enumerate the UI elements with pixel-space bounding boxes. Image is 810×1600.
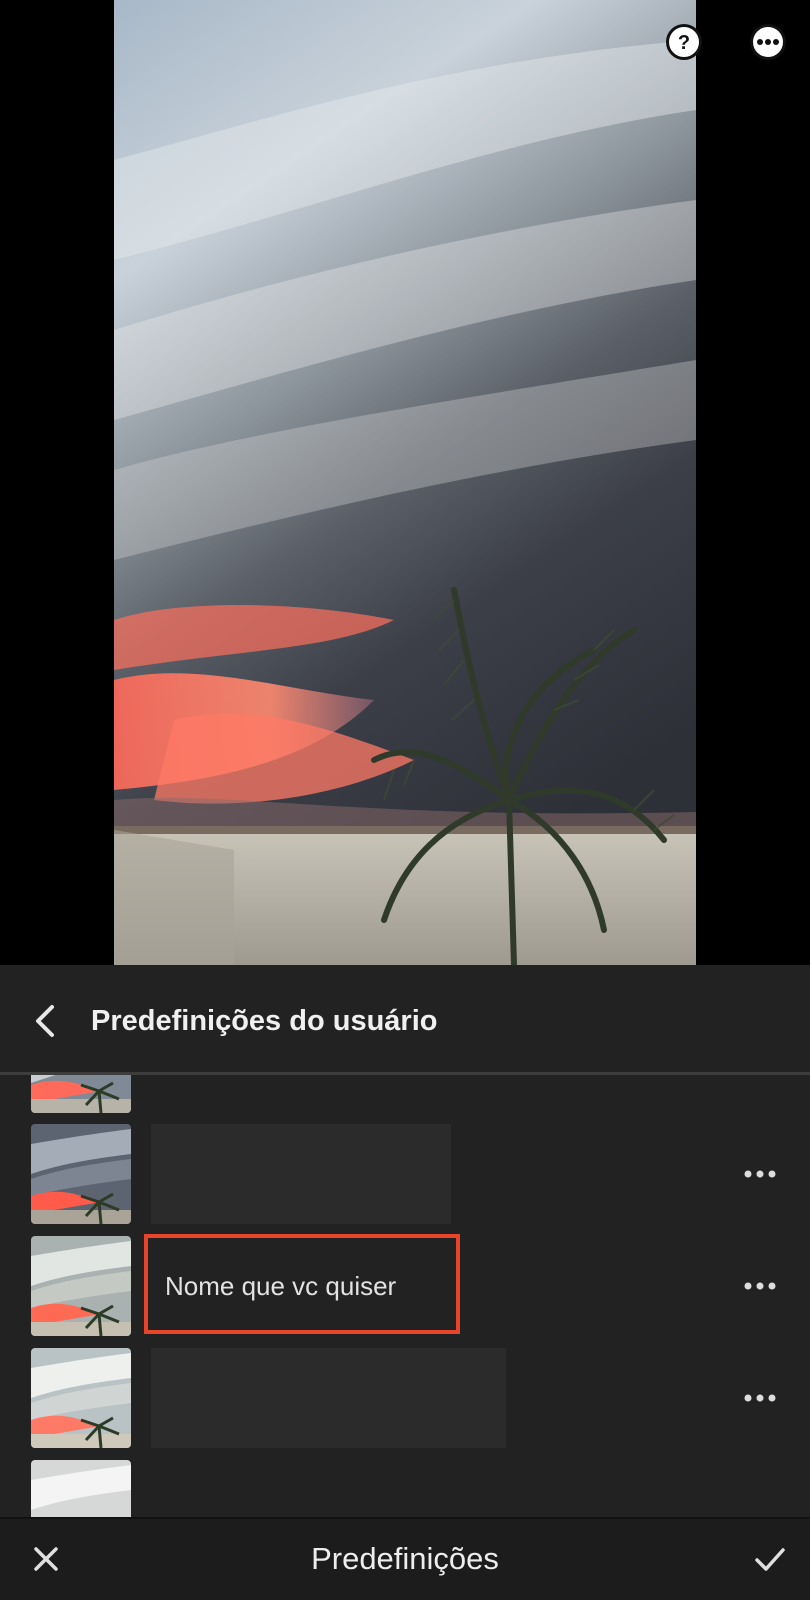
preset-row[interactable]: Nana	[0, 1075, 810, 1113]
footer-title: Predefinições	[311, 1541, 499, 1576]
chevron-left-icon	[36, 1005, 54, 1037]
preset-name	[151, 1124, 451, 1224]
more-icon[interactable]	[740, 1075, 780, 1077]
panel-header: Predefinições do usuário	[0, 965, 810, 1075]
preset-name: Nana	[151, 1075, 451, 1113]
preset-list[interactable]: Nana	[0, 1075, 810, 1517]
preset-thumbnail	[31, 1075, 131, 1113]
more-icon[interactable]	[740, 1272, 780, 1300]
back-button[interactable]	[30, 1001, 62, 1041]
preset-name-input[interactable]: Nome que vc quiser	[151, 1236, 451, 1336]
more-icon[interactable]	[740, 1160, 780, 1188]
preset-thumbnail	[31, 1460, 131, 1517]
preset-thumbnail	[31, 1236, 131, 1336]
check-icon	[755, 1548, 785, 1571]
confirm-button[interactable]	[752, 1541, 788, 1577]
preset-name	[151, 1460, 451, 1517]
preset-name	[151, 1348, 506, 1448]
preset-thumbnail	[31, 1124, 131, 1224]
preset-row[interactable]	[0, 1124, 810, 1224]
help-icon[interactable]: ?	[666, 24, 702, 60]
svg-text:?: ?	[678, 32, 690, 54]
preset-row-selected[interactable]: Nome que vc quiser	[0, 1234, 810, 1336]
footer-bar: Predefinições	[0, 1517, 810, 1600]
presets-panel: Predefinições do usuário Nana	[0, 965, 810, 1517]
panel-title: Predefinições do usuário	[91, 1005, 438, 1037]
more-options-icon[interactable]	[750, 24, 786, 60]
preset-row[interactable]	[0, 1460, 810, 1517]
photo-preview	[114, 0, 696, 965]
preset-row[interactable]	[0, 1348, 810, 1448]
preset-thumbnail	[31, 1348, 131, 1448]
more-icon[interactable]	[740, 1384, 780, 1412]
